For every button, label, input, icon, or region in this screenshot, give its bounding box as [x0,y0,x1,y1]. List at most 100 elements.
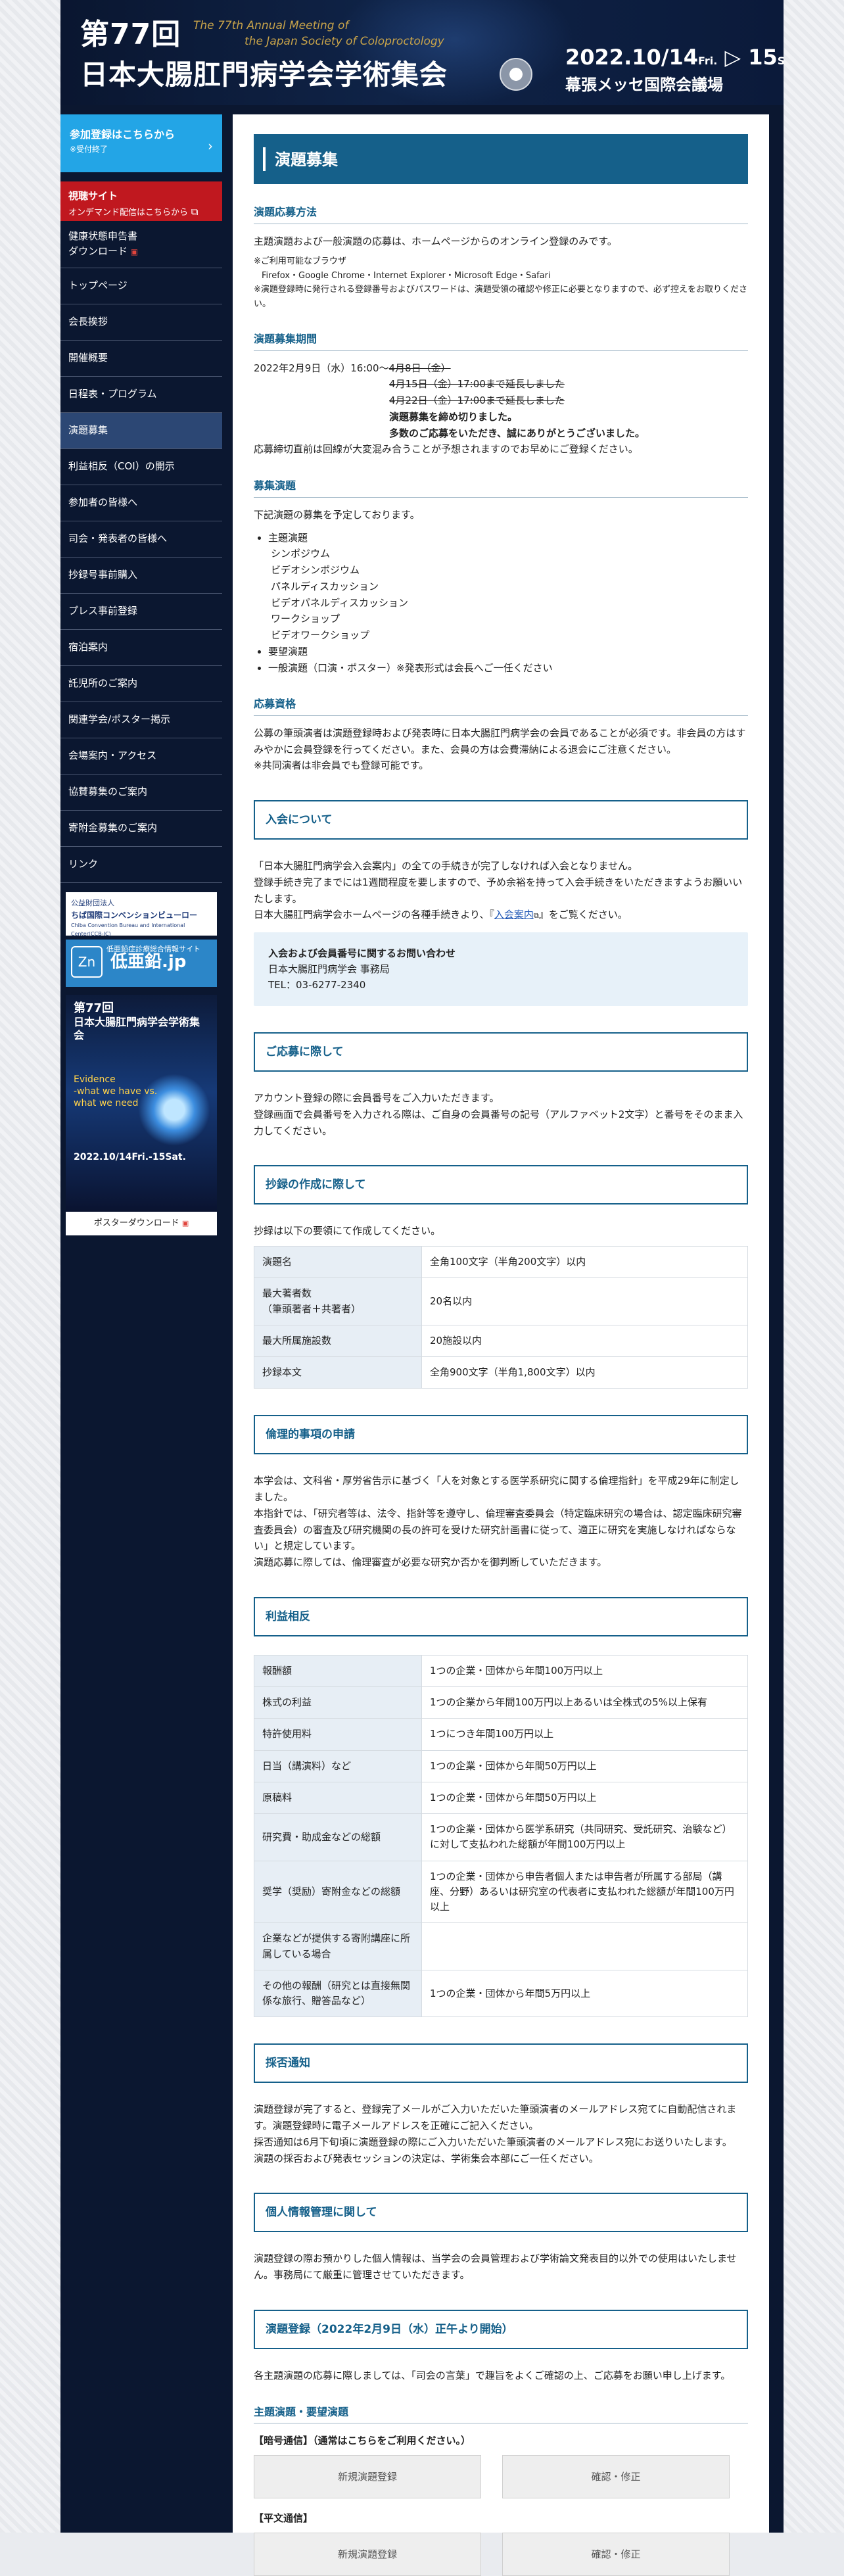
label-plain: 【平文通信】 [254,2512,314,2525]
sidebar-item-access[interactable]: 会場案内・アクセス [60,738,222,775]
sidebar-item-accommodation[interactable]: 宿泊案内 [60,630,222,666]
live-site-button[interactable]: 視聴サイト オンデマンド配信はこちらから ⧉ [60,181,222,221]
abstract-intro: 抄録は以下の要領にて作成してください。 [254,1225,441,1237]
registration-text: 各主題演題の応募に際しましては、「司会の言葉」で趣旨をよくご確認の上、ご応募をお… [254,2369,731,2381]
qualification-note: ※共同演者は非会員でも登録可能です。 [254,759,429,772]
sidebar-item-related-posters[interactable]: 関連学会/ポスター掲示 [60,702,222,738]
period-line-3: 4月22日（金）17:00まで延長しました [389,394,565,407]
topics-intro: 下記演題の募集を予定しております。 [254,508,420,521]
site-wrapper: 第77回 The 77th Annual Meeting of the Japa… [60,0,784,2576]
period-closed: 演題募集を締め切りました。 [389,410,518,423]
sidebar-item-overview[interactable]: 開催概要 [60,341,222,377]
sidebar-item-program[interactable]: 日程表・プログラム [60,377,222,413]
zinc-icon: Zn [71,946,103,978]
confirm-edit-button[interactable]: 確認・修正 [502,2455,730,2499]
table-cell: 最大著者数 （筆頭著者＋共著者） [254,1277,422,1325]
section-ethics: 倫理的事項の申請 [254,1415,748,1455]
sidebar-item-coi[interactable]: 利益相反（COI）の開示 [60,449,222,485]
table-row: 最大所属施設数 20施設以内 [254,1324,748,1358]
sidebar-item-presenters[interactable]: 司会・発表者の皆様へ [60,521,222,558]
topic-sub: ビデオパネルディスカッション [271,596,408,609]
table-row: 企業などが提供する寄附講座に所属している場合 [254,1922,748,1970]
sidebar: 参加登録はこちらから ※受付終了 › 視聴サイト オンデマンド配信はこちらから … [60,114,222,1235]
plain-buttons: 新規演題登録 確認・修正 [254,2533,748,2576]
poster-download-button[interactable]: ポスターダウンロード ▣ [66,1212,217,1235]
period-line-1: 2022年2月9日（水）16:00～4月8日（金） [254,362,451,374]
encrypted-buttons: 新規演題登録 確認・修正 [254,2455,748,2499]
sidebar-item-top[interactable]: トップページ [60,268,222,304]
ethics-text-2: 本指針では、「研究者等は、法令、指針等を遵守し、倫理審査委員会（特定臨床研究の場… [254,1507,742,1552]
society-logo-icon [500,58,532,91]
table-cell: 1つにつき年間100万円以上 [421,1718,748,1751]
table-cell: 特許使用料 [254,1718,422,1751]
sidebar-item-nursery[interactable]: 託児所のご案内 [60,666,222,702]
pdf-icon: ▣ [130,247,139,256]
join-text-3: 日本大腸肛門病学会ホームページの各種手続きより、『入会案内⧉』をご覧ください。 [254,909,628,921]
table-row: 日当（講演料）など 1つの企業・団体から年間50万円以上 [254,1750,748,1782]
section-privacy: 個人情報管理に関して [254,2193,748,2233]
sidebar-item-label: ダウンロード [68,245,128,257]
sidebar-item-press[interactable]: プレス事前登録 [60,594,222,630]
contact-box: 入会および会員番号に関するお問い合わせ 日本大腸肛門病学会 事務局 TEL：03… [254,932,748,1007]
sidebar-item-greeting[interactable]: 会長挨拶 [60,304,222,341]
sidebar-item-donation[interactable]: 寄附金募集のご案内 [60,811,222,847]
section-application: ご応募に際して [254,1032,748,1072]
ethics-text-3: 演題応募に際しては、倫理審査が必要な研究か否かを御判断していただきます。 [254,1556,607,1569]
chevron-right-icon: › [208,138,213,154]
meeting-number: 第77回 [80,18,181,51]
table-row: 抄録本文 全角900文字（半角1,800文字）以内 [254,1356,748,1389]
new-registration-button[interactable]: 新規演題登録 [254,2455,481,2499]
table-cell: 全角100文字（半角200文字）以内 [421,1246,748,1279]
chiba-convention-banner[interactable]: 公益財団法人 ちば国際コンベンションビューロー Chiba Convention… [66,892,217,937]
confirm-edit-button-plain[interactable]: 確認・修正 [502,2533,730,2576]
section-acceptance: 採否通知 [254,2043,748,2084]
new-registration-button-plain[interactable]: 新規演題登録 [254,2533,481,2576]
poster-tagline: Evidence -what we have vs. what we need [74,1074,158,1109]
sidebar-item-participants[interactable]: 参加者の皆様へ [60,485,222,521]
label-encrypted: 【暗号通信】（通常はこちらをご利用ください。） [254,2435,471,2447]
external-link-icon: ⧉ [191,206,199,218]
page-title: 演題募集 [254,134,748,184]
contact-org: 日本大腸肛門病学会 事務局 [268,963,390,976]
heading-apply-method: 演題応募方法 [254,204,748,224]
banner-sub: 低亜鉛症診療総合情報サイト [106,945,200,953]
heading-period: 演題募集期間 [254,331,748,351]
table-row: 最大著者数 （筆頭著者＋共著者） 20名以内 [254,1277,748,1325]
poster-text: 第77回 [74,1001,114,1015]
live-site-title: 視聴サイト [68,190,118,202]
table-cell: 1つの企業・団体から年間50万円以上 [421,1781,748,1815]
heading-qualification: 応募資格 [254,696,748,716]
sidebar-item-label: 健康状態申告書 [68,230,138,242]
table-cell: 奨学（奨励）寄附金などの総額 [254,1860,422,1924]
registration-sub: ※受付終了 [70,144,108,154]
low-zinc-banner[interactable]: Zn 低亜鉛症診療総合情報サイト 低亜鉛.jp [66,940,217,987]
site-header: 第77回 The 77th Annual Meeting of the Japa… [60,0,784,105]
table-cell: 企業などが提供する寄附講座に所属している場合 [254,1922,422,1970]
registration-button[interactable]: 参加登録はこちらから ※受付終了 › [60,114,222,172]
live-site-sub: オンデマンド配信はこちらから [68,208,189,218]
sidebar-item-abstract-purchase[interactable]: 抄録号事前購入 [60,558,222,594]
meeting-poster-image[interactable]: 第77回 日本大腸肛門病学会学術集会 Evidence -what we have… [66,995,217,1212]
sidebar-item-sponsorship[interactable]: 協賛募集のご案内 [60,775,222,811]
qualification-text: 公募の筆頭演者は演題登録時および発表時に日本大腸肛門病学会の会員であることが必須… [254,727,746,755]
table-cell: 1つの企業・団体から年間50万円以上 [421,1750,748,1782]
privacy-text: 演題登録の際お預かりした個人情報は、当学会の会員管理および学術論文発表目的以外で… [254,2253,737,2281]
coi-table: 報酬額 1つの企業・団体から年間100万円以上 株式の利益 1つの企業から年間100… [254,1654,748,2018]
sidebar-item-links[interactable]: リンク [60,847,222,883]
table-cell: 1つの企業から年間100万円以上あるいは全株式の5%以上保有 [421,1686,748,1719]
sidebar-item-health-form[interactable]: 健康状態申告書 ダウンロード ▣ [60,221,222,268]
topic-sub: ビデオワークショップ [271,629,370,642]
apply-text: 主題演題および一般演題の応募は、ホームページからのオンライン登録のみです。 [254,235,617,247]
table-row: 研究費・助成金などの総額 1つの企業・団体から医学系研究（共同研究、受託研究、治験… [254,1813,748,1861]
sidebar-item-call-for-abstracts[interactable]: 演題募集 [60,413,222,449]
table-row: その他の報酬（研究とは直接無関係な旅行、贈答品など） 1つの企業・団体から年間5万… [254,1969,748,2018]
browser-note: ※演題登録時に発行される登録番号およびパスワードは、演題受領の確認や修正に必要と… [254,285,747,309]
ethics-text-1: 本学会は、文科省・厚労省告示に基づく「人を対象とする医学系研究に関する倫理指針」… [254,1475,739,1504]
table-row: 株式の利益 1つの企業から年間100万円以上あるいは全株式の5%以上保有 [254,1686,748,1719]
table-row: 奨学（奨励）寄附金などの総額 1つの企業・団体から申告者個人または申告者が所属する… [254,1860,748,1924]
registration-title: 参加登録はこちらから [70,128,176,141]
table-cell: 株式の利益 [254,1686,422,1719]
list-item: 一般演題（口演・ポスター）※発表形式は会長へご一任ください [268,660,748,677]
membership-guide-link[interactable]: 入会案内 [494,909,534,920]
poster-text: 日本大腸肛門病学会学術集会 [74,1015,200,1042]
